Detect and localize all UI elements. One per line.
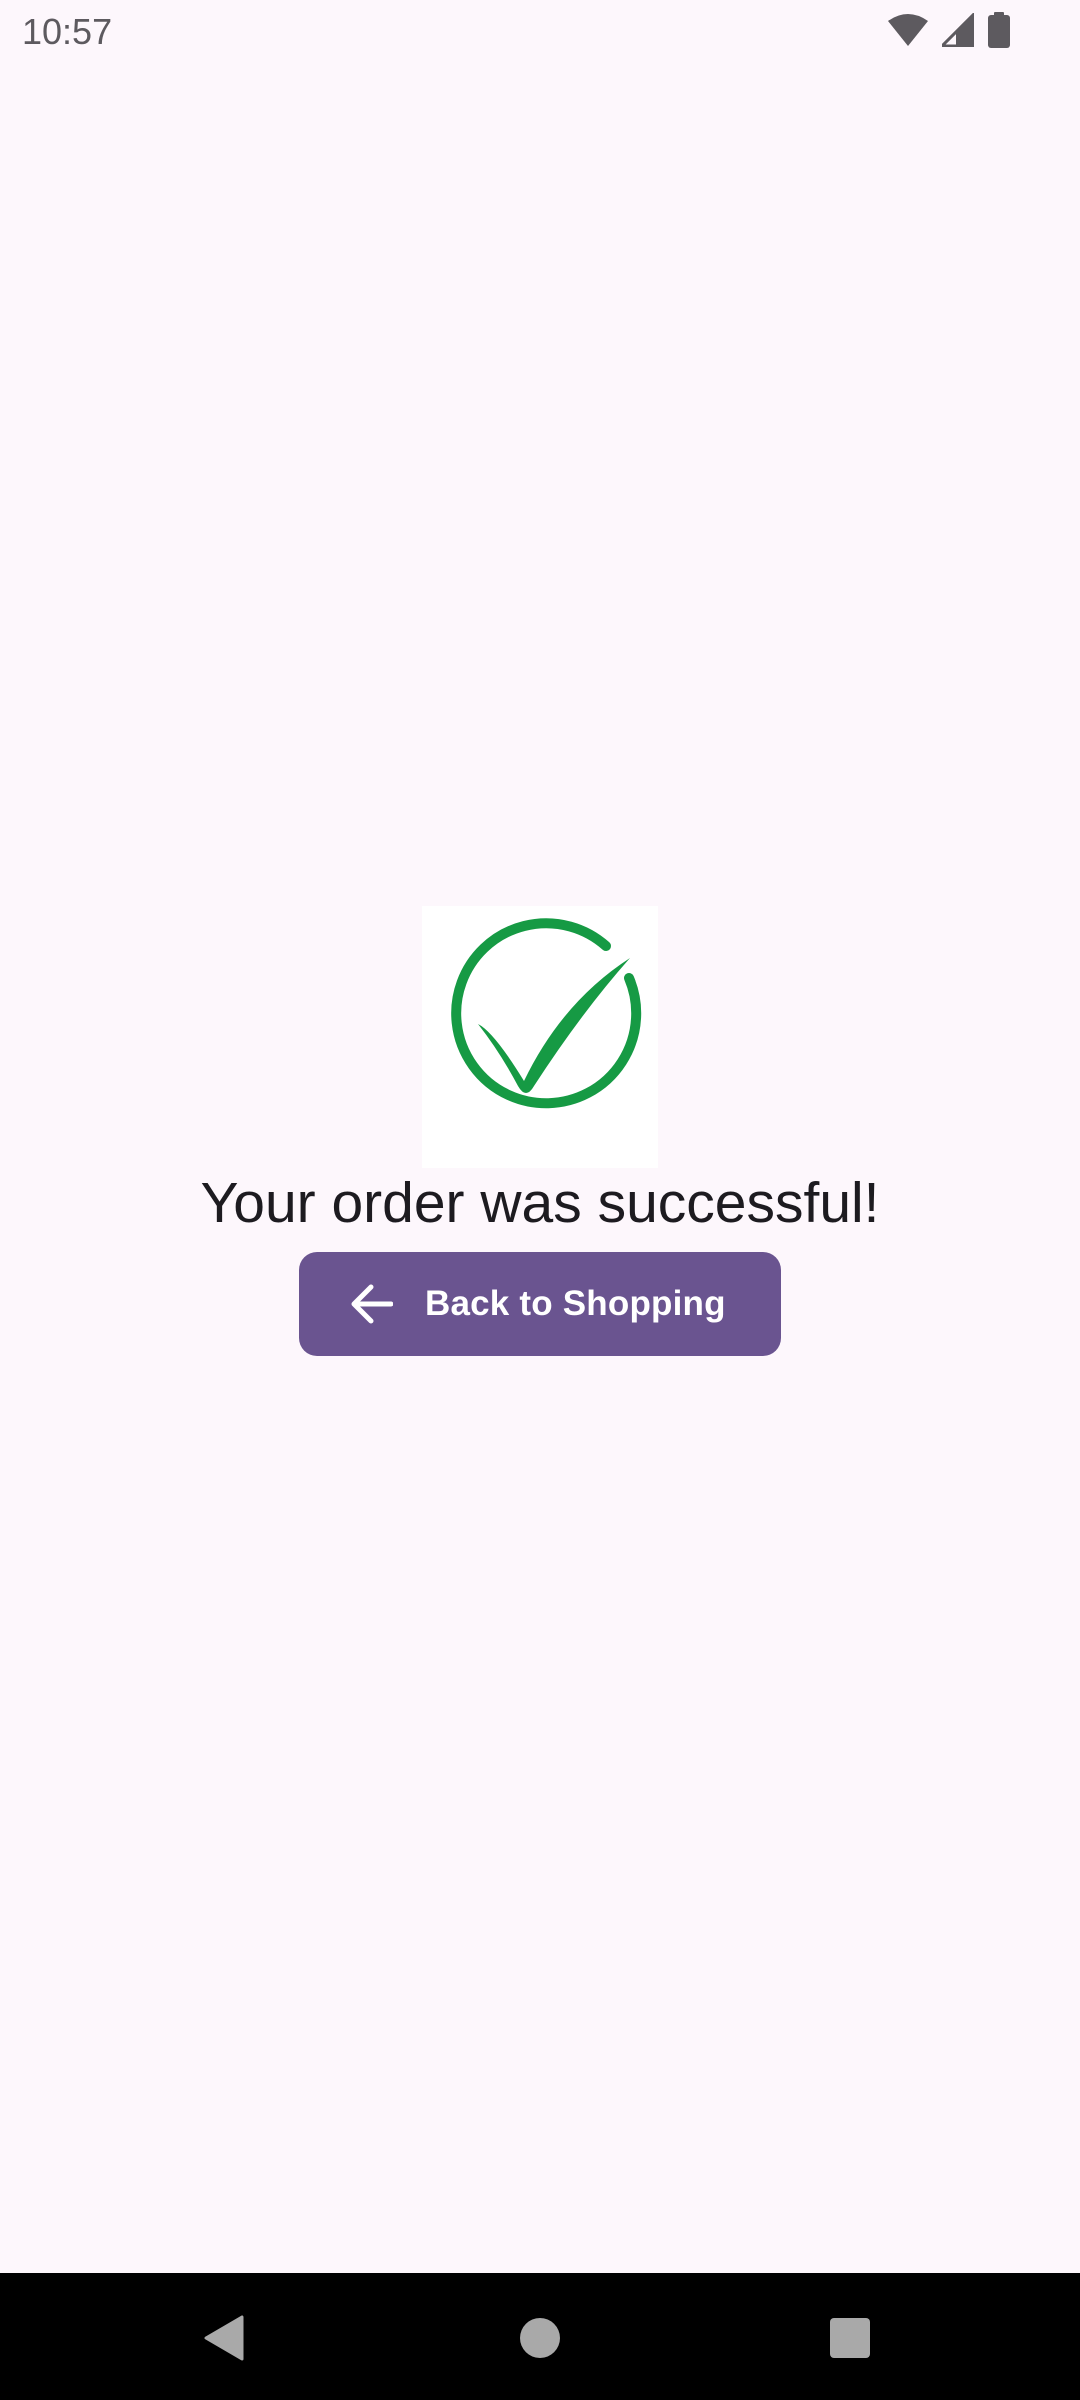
success-image <box>422 906 658 1168</box>
wifi-icon <box>888 13 928 52</box>
home-icon[interactable] <box>520 2318 560 2358</box>
success-message: Your order was successful! <box>200 1171 880 1235</box>
back-to-shopping-button[interactable]: Back to Shopping <box>299 1252 781 1356</box>
back-to-shopping-label: Back to Shopping <box>425 1284 726 1323</box>
recents-icon[interactable] <box>830 2318 870 2358</box>
status-icons <box>888 10 1010 53</box>
navigation-bar <box>0 2273 1080 2400</box>
signal-icon <box>938 10 975 52</box>
arrow-left-icon <box>349 1282 394 1326</box>
status-bar: 10:57 <box>0 0 1080 64</box>
back-icon[interactable] <box>204 2315 244 2361</box>
battery-icon <box>988 11 1010 53</box>
status-time: 10:57 <box>22 11 113 52</box>
